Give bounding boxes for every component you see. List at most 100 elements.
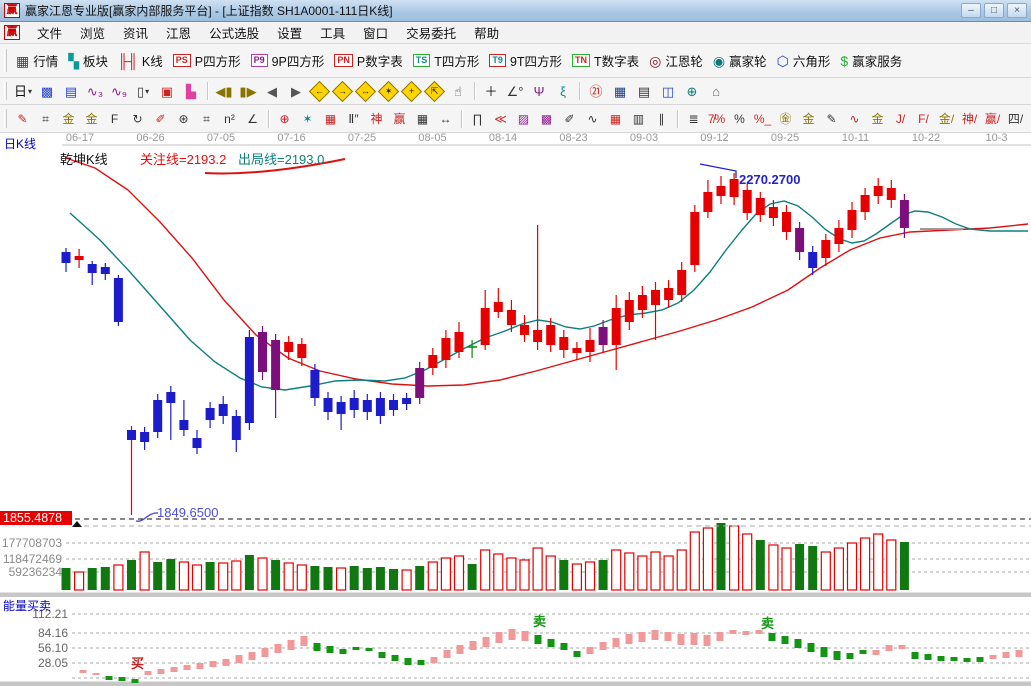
gann-box-icon[interactable]: ▣	[156, 81, 178, 101]
tool-sectors[interactable]: ▚板块	[68, 51, 108, 70]
grid-b-icon[interactable]: ▥	[628, 109, 649, 129]
n-square-icon[interactable]: n²	[219, 109, 240, 129]
menu-item-交易委托[interactable]: 交易委托	[397, 21, 465, 44]
pen-wave-icon[interactable]: ✎	[821, 109, 842, 129]
menu-item-帮助[interactable]: 帮助	[465, 21, 508, 44]
chart-region[interactable]: 06-1706-2607-0507-1607-2508-0508-1408-23…	[0, 133, 1031, 686]
prev-bar-icon[interactable]: ◀	[261, 81, 283, 101]
menu-item-公式选股[interactable]: 公式选股	[200, 21, 268, 44]
kline-chart-canvas[interactable]: 06-1706-2607-0507-1607-2508-0508-1408-23…	[0, 133, 1031, 686]
menu-item-文件[interactable]: 文件	[28, 21, 71, 44]
brush-pen-icon[interactable]: ✎	[12, 109, 33, 129]
wave-channel-icon[interactable]: ∿	[844, 109, 865, 129]
tool-hexagon[interactable]: ⬡六角形	[777, 51, 831, 70]
tool-9t-square[interactable]: T99T四方形	[489, 51, 562, 70]
target-circle-icon[interactable]: ⊕	[274, 109, 295, 129]
j-angle-icon[interactable]: J/	[890, 109, 911, 129]
grid-123-icon[interactable]: ▦	[412, 109, 433, 129]
frame-tool-icon[interactable]: ∏	[467, 109, 488, 129]
menu-item-江恩[interactable]: 江恩	[157, 21, 200, 44]
stats-list-icon[interactable]: ≣	[683, 109, 704, 129]
workstation-icon[interactable]: ⌂	[705, 81, 727, 101]
period-day-dropdown-icon[interactable]: 日▾	[12, 81, 34, 101]
notepad-icon[interactable]: ▤	[633, 81, 655, 101]
f-ruler-icon[interactable]: F	[104, 109, 125, 129]
zigzag-icon[interactable]: ∿	[582, 109, 603, 129]
tick-ruler-icon[interactable]: ⌗	[196, 109, 217, 129]
wave-9-icon[interactable]: ∿₉	[108, 81, 130, 101]
snowflake-grid-icon[interactable]: ✶	[297, 109, 318, 129]
tool-9p-square[interactable]: P99P四方形	[251, 51, 325, 70]
seven-pct-icon[interactable]: 7̸%	[706, 109, 727, 129]
tool-quotes[interactable]: ▦行情	[16, 51, 58, 70]
ink-pen-icon[interactable]: ✐	[150, 109, 171, 129]
zoom-left-diamond-icon[interactable]: ←	[309, 80, 330, 101]
close-button[interactable]: ×	[1007, 3, 1027, 18]
angle-measure-icon[interactable]: ∠°	[504, 81, 526, 101]
trend-pen-icon[interactable]: ✐	[559, 109, 580, 129]
menu-item-设置[interactable]: 设置	[268, 21, 311, 44]
minimize-button[interactable]: –	[961, 3, 981, 18]
gold-circle-icon[interactable]: ㊎	[775, 109, 796, 129]
si-angle-icon[interactable]: 四/	[1005, 109, 1026, 129]
purple-fan-grid-icon[interactable]: ▨	[513, 109, 534, 129]
gann-fan-h-icon[interactable]: ⌗	[35, 109, 56, 129]
gold-ruler-2-icon[interactable]: 金	[81, 109, 102, 129]
span-arrows-icon[interactable]: ↔	[435, 109, 456, 129]
zoom-all-diamond-icon[interactable]: ⇱	[424, 80, 445, 101]
ying-tool-icon[interactable]: 赢	[389, 109, 410, 129]
tool-kline[interactable]: ╟╢K线	[118, 51, 163, 70]
web-grid-icon[interactable]: ▦	[320, 109, 341, 129]
next-bar-icon[interactable]: ▶	[285, 81, 307, 101]
calculator-icon[interactable]: ▦	[609, 81, 631, 101]
gold-line-2-icon[interactable]: 金	[867, 109, 888, 129]
gold-angle-icon[interactable]: 金/	[936, 109, 957, 129]
tool-t-square[interactable]: TST四方形	[413, 51, 480, 70]
shen-angle-icon[interactable]: 神/	[959, 109, 980, 129]
zoom-h-diamond-icon[interactable]: ↔	[355, 80, 376, 101]
zoom-x-diamond-icon[interactable]: ✶	[378, 80, 399, 101]
info-doc-icon[interactable]: ▤	[60, 81, 82, 101]
menu-item-资讯[interactable]: 资讯	[114, 21, 157, 44]
percent-icon[interactable]: %	[729, 109, 750, 129]
candle-dropdown-icon[interactable]: ▯▾	[132, 81, 154, 101]
web-globe-icon[interactable]: ⊕	[681, 81, 703, 101]
percent-line-icon[interactable]: %_	[752, 109, 773, 129]
tool-winner-service[interactable]: $赢家服务	[840, 51, 902, 70]
flower-tool-icon[interactable]: Ψ	[528, 81, 550, 101]
zoom-right-diamond-icon[interactable]: →	[332, 80, 353, 101]
tool-t-number[interactable]: TNT数字表	[572, 51, 639, 70]
zoom-plus-diamond-icon[interactable]: +	[401, 80, 422, 101]
k-prime-icon[interactable]: Ⅱ″	[343, 109, 364, 129]
grid-a-icon[interactable]: ▦	[605, 109, 626, 129]
last-bar-icon[interactable]: ▮▶	[237, 81, 259, 101]
purple-grid-icon[interactable]: ▩	[536, 109, 557, 129]
save-disk-icon[interactable]: ◫	[657, 81, 679, 101]
crosshair-icon[interactable]: ＋	[480, 81, 502, 101]
menu-item-工具[interactable]: 工具	[311, 21, 354, 44]
tool-p-square[interactable]: PSP四方形	[173, 51, 241, 70]
menu-item-窗口[interactable]: 窗口	[354, 21, 397, 44]
ying-angle-icon[interactable]: 赢/	[982, 109, 1003, 129]
wave-3-icon[interactable]: ∿₃	[84, 81, 106, 101]
tool-gann-wheel[interactable]: ◎江恩轮	[649, 51, 703, 70]
histogram-icon[interactable]: ▙	[180, 81, 202, 101]
gold-line-icon[interactable]: 金	[798, 109, 819, 129]
first-bar-icon[interactable]: ◀▮	[213, 81, 235, 101]
gold-ruler-1-icon[interactable]: 金	[58, 109, 79, 129]
brain-tool-icon[interactable]: ξ	[552, 81, 574, 101]
spiral-icon[interactable]: ↻	[127, 109, 148, 129]
red-fan-icon[interactable]: ≪	[490, 109, 511, 129]
net-view-icon[interactable]: ▩	[36, 81, 58, 101]
time-wheel-icon[interactable]: ⊛	[173, 109, 194, 129]
tool-winner-wheel[interactable]: ◉赢家轮	[713, 51, 767, 70]
shen-tool-icon[interactable]: 神	[366, 109, 387, 129]
parallel-lines-icon[interactable]: ∥	[651, 109, 672, 129]
menu-item-浏览[interactable]: 浏览	[71, 21, 114, 44]
pan-hand-icon[interactable]: ☝	[447, 81, 469, 101]
angle-tool-icon[interactable]: ∠	[242, 109, 263, 129]
calendar-21-icon[interactable]: ㉑	[585, 81, 607, 101]
tool-p-number[interactable]: PNP数字表	[334, 51, 402, 70]
f-angle-icon[interactable]: F/	[913, 109, 934, 129]
maximize-button[interactable]: □	[984, 3, 1004, 18]
